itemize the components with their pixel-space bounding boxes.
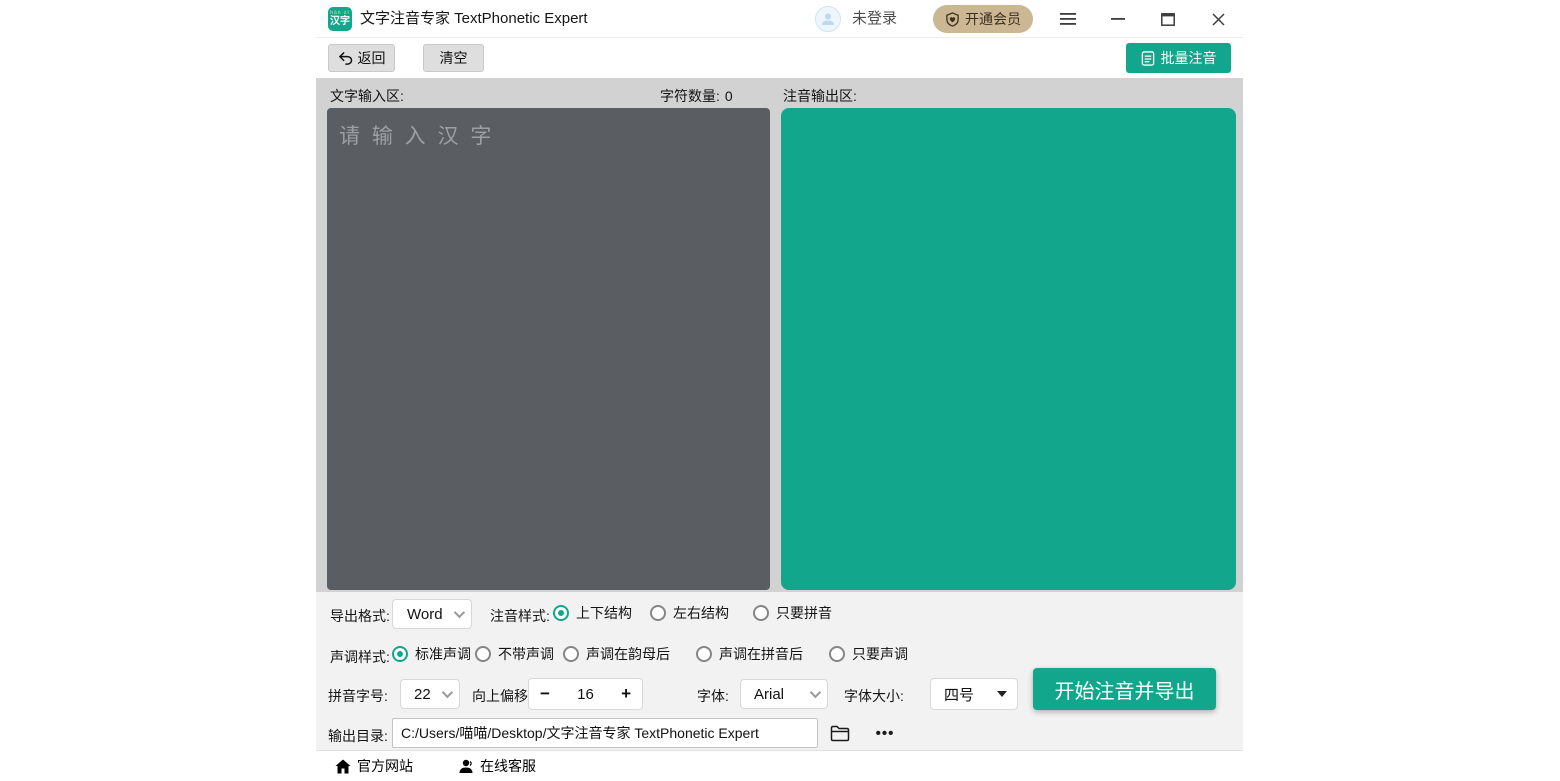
offset-stepper: − 16 + — [528, 678, 643, 710]
radio-label: 不带声调 — [498, 646, 554, 662]
radio-label: 声调在韵母后 — [586, 646, 670, 662]
output-dir-label: 输出目录: — [328, 728, 388, 744]
undo-arrow-icon — [338, 51, 352, 65]
more-options-button[interactable]: ••• — [868, 718, 902, 748]
radio-label: 左右结构 — [673, 605, 729, 621]
user-icon — [822, 13, 834, 25]
document-icon — [1141, 50, 1154, 66]
radio-label: 只要拼音 — [776, 605, 832, 621]
radio-label: 上下结构 — [576, 605, 632, 621]
output-dir-input[interactable] — [392, 718, 818, 748]
annotation-style-label: 注音样式: — [490, 608, 550, 624]
offset-label: 向上偏移: — [472, 688, 532, 704]
radio-label: 声调在拼音后 — [719, 646, 803, 662]
heart-badge-icon — [946, 11, 959, 27]
clear-button[interactable]: 清空 — [423, 44, 484, 72]
radio-annotation-style-left-right[interactable]: 左右结构 — [650, 603, 729, 623]
export-format-select[interactable]: Word — [392, 599, 472, 629]
radio-tone-none[interactable]: 不带声调 — [475, 644, 554, 664]
start-annotate-export-button[interactable]: 开始注音并导出 — [1033, 668, 1216, 710]
app-logo-icon: hàn zì 汉字 — [328, 7, 352, 31]
customer-service-icon — [459, 759, 473, 773]
official-website-link[interactable]: 官方网站 — [335, 751, 413, 781]
radio-annotation-style-top-bottom[interactable]: 上下结构 — [553, 603, 632, 623]
browse-folder-button[interactable] — [830, 721, 856, 745]
minimize-button[interactable] — [1098, 0, 1138, 38]
radio-icon — [563, 646, 579, 662]
settings-panel: 导出格式: Word 注音样式: 上下结构 左右结构 只要拼音 声调样式: 标准… — [316, 592, 1243, 750]
radio-icon — [553, 605, 569, 621]
input-placeholder: 请 输 入 汉 字 — [339, 125, 495, 148]
radio-icon — [650, 605, 666, 621]
clear-button-label: 清空 — [439, 50, 468, 66]
radio-annotation-style-pinyin-only[interactable]: 只要拼音 — [753, 603, 832, 623]
back-button[interactable]: 返回 — [328, 44, 395, 72]
titlebar: hàn zì 汉字 文字注音专家 TextPhonetic Expert 未登录… — [316, 0, 1243, 38]
radio-icon — [392, 646, 408, 662]
char-count: 字符数量: 0 — [660, 86, 733, 106]
text-input-area[interactable]: 请 输 入 汉 字 — [327, 108, 770, 590]
pinyin-size-value: 22 — [414, 685, 431, 703]
offset-minus-button[interactable]: − — [540, 684, 550, 704]
back-button-label: 返回 — [357, 50, 386, 66]
hamburger-icon — [1060, 13, 1076, 25]
export-format-value: Word — [407, 605, 443, 623]
font-size-label: 字体大小: — [844, 688, 904, 704]
menu-button[interactable] — [1048, 0, 1088, 38]
annotation-output-area[interactable] — [781, 108, 1236, 590]
radio-label: 只要声调 — [852, 646, 908, 662]
radio-icon — [753, 605, 769, 621]
radio-tone-after-final[interactable]: 声调在韵母后 — [563, 644, 670, 664]
offset-value[interactable]: 16 — [577, 686, 594, 703]
footer: 官方网站 在线客服 — [316, 750, 1243, 780]
official-website-label: 官方网站 — [357, 758, 413, 774]
folder-icon — [830, 725, 850, 741]
font-size-select[interactable]: 四号 — [930, 678, 1018, 710]
member-button-label: 开通会员 — [965, 11, 1021, 27]
app-logo-text: 汉字 — [330, 16, 350, 27]
font-value: Arial — [754, 685, 785, 703]
radio-icon — [829, 646, 845, 662]
radio-icon — [475, 646, 491, 662]
char-count-value: 0 — [724, 88, 733, 104]
batch-annotate-label: 批量注音 — [1160, 50, 1217, 66]
font-select[interactable]: Arial — [740, 679, 828, 709]
online-support-link[interactable]: 在线客服 — [458, 751, 536, 781]
radio-tone-after-pinyin[interactable]: 声调在拼音后 — [696, 644, 803, 664]
pinyin-size-select[interactable]: 22 — [400, 679, 460, 709]
export-format-label: 导出格式: — [330, 608, 390, 624]
maximize-button[interactable] — [1148, 0, 1188, 38]
input-area-label: 文字输入区: — [330, 88, 404, 104]
close-button[interactable] — [1198, 0, 1238, 38]
batch-annotate-button[interactable]: 批量注音 — [1126, 43, 1231, 73]
font-label: 字体: — [697, 688, 729, 704]
radio-tone-only[interactable]: 只要声调 — [829, 644, 908, 664]
app-title: 文字注音专家 TextPhonetic Expert — [360, 10, 588, 27]
radio-label: 标准声调 — [415, 646, 471, 662]
chevron-down-icon — [809, 686, 822, 699]
close-icon — [1211, 12, 1225, 26]
avatar[interactable] — [815, 6, 841, 32]
offset-plus-button[interactable]: + — [621, 684, 631, 704]
radio-tone-standard[interactable]: 标准声调 — [392, 644, 471, 664]
chevron-down-icon — [453, 606, 466, 619]
char-count-label: 字符数量: — [660, 88, 720, 104]
toolbar: 返回 清空 批量注音 — [316, 38, 1243, 78]
minimize-icon — [1111, 18, 1125, 20]
open-membership-button[interactable]: 开通会员 — [933, 5, 1033, 33]
login-status[interactable]: 未登录 — [852, 0, 897, 38]
maximize-icon — [1161, 12, 1175, 26]
tone-style-label: 声调样式: — [330, 649, 390, 665]
caret-down-icon — [997, 691, 1007, 697]
home-icon — [335, 759, 351, 773]
chevron-down-icon — [441, 686, 454, 699]
radio-icon — [696, 646, 712, 662]
online-support-label: 在线客服 — [480, 758, 536, 774]
font-size-value: 四号 — [944, 686, 975, 704]
output-area-label: 注音输出区: — [783, 88, 857, 104]
app-window: hàn zì 汉字 文字注音专家 TextPhonetic Expert 未登录… — [316, 0, 1243, 780]
pinyin-size-label: 拼音字号: — [328, 688, 388, 704]
workspace: 文字输入区: 字符数量: 0 注音输出区: 请 输 入 汉 字 — [316, 78, 1243, 592]
